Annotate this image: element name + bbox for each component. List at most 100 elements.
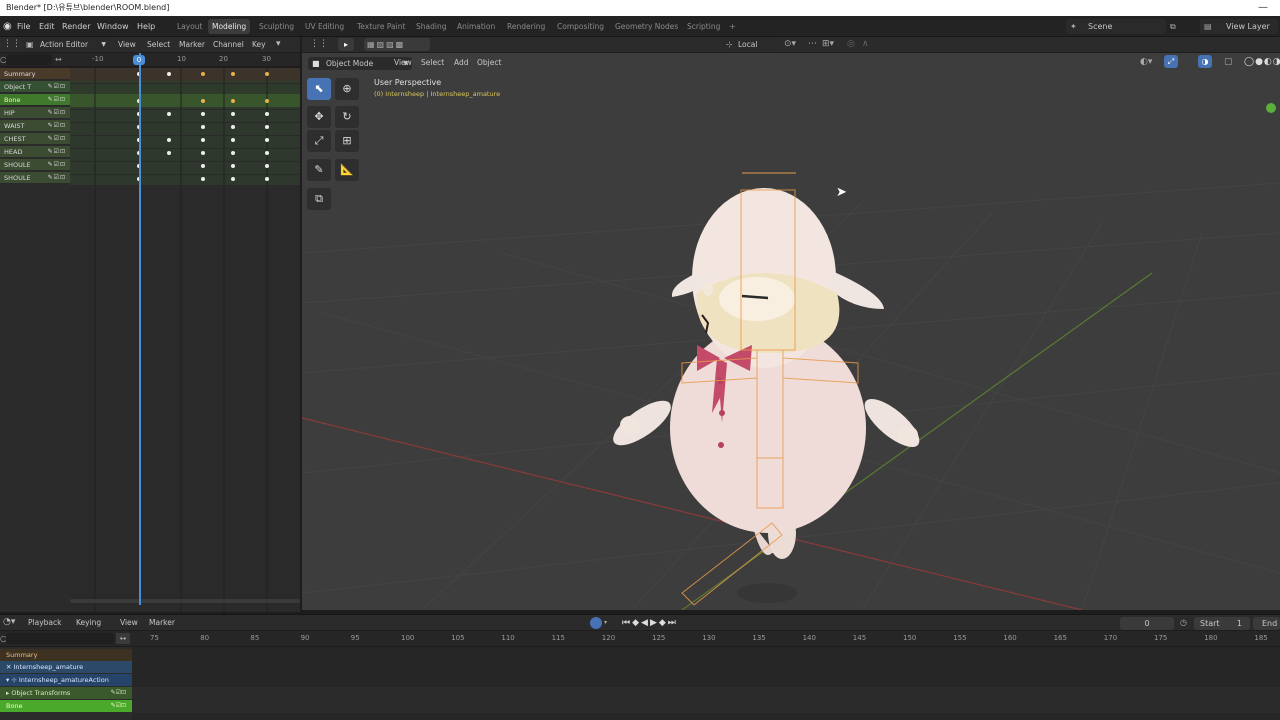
ae-menu-marker[interactable]: Marker: [179, 37, 205, 52]
menu-window[interactable]: Window: [97, 16, 129, 37]
workspace-tab-rendering[interactable]: Rendering: [503, 19, 549, 34]
vp-menu-add[interactable]: Add: [454, 55, 469, 70]
timeline-channel-bone[interactable]: Bone ✎☑⊡: [0, 700, 132, 712]
channel-toggle-icons[interactable]: ✎☑⊡: [48, 107, 66, 119]
action-editor-ruler[interactable]: ○ ↔ -10 10 20 30: [0, 53, 300, 66]
keyframe[interactable]: [167, 151, 171, 155]
keyframe[interactable]: [201, 72, 205, 76]
channel-toggle-icons[interactable]: ✎☑⊡: [48, 120, 66, 132]
action-editor-playhead[interactable]: [139, 53, 141, 605]
measure-tool[interactable]: 📐: [335, 159, 359, 181]
timeline-menu-keying[interactable]: Keying: [76, 615, 101, 630]
blender-logo-icon[interactable]: ◉: [3, 16, 12, 37]
timeline-menu-view[interactable]: View: [120, 615, 138, 630]
channel-object-transforms[interactable]: Object T ✎☑⊡: [0, 81, 70, 93]
workspace-tab-geometry-nodes[interactable]: Geometry Nodes: [611, 19, 682, 34]
overlay-toggle-icon[interactable]: ◑: [1198, 55, 1212, 68]
timeline-keyframe-area[interactable]: [132, 647, 1280, 720]
keyframe[interactable]: [231, 125, 235, 129]
action-editor-mode-dropdown[interactable]: ▣ Action Editor ▼: [22, 38, 110, 51]
annotate-tool[interactable]: ✎: [307, 159, 331, 181]
keyframe[interactable]: [231, 72, 235, 76]
keyframe[interactable]: [231, 177, 235, 181]
channel-toggle-icons[interactable]: ✎☑⊡: [48, 133, 66, 145]
keyframe[interactable]: [201, 112, 205, 116]
vp-menu-view[interactable]: View: [394, 55, 412, 70]
gizmo-toggle-icon[interactable]: ⤢: [1164, 55, 1178, 68]
keyframe[interactable]: [265, 125, 269, 129]
timeline-current-frame-field[interactable]: 0: [1120, 617, 1174, 630]
timeline-menu-marker[interactable]: Marker: [149, 615, 175, 630]
channel-shoulder-left[interactable]: SHOULE ✎☑⊡: [0, 159, 70, 171]
workspace-tab-layout[interactable]: Layout: [173, 19, 207, 34]
3d-viewport[interactable]: ■ Object Mode ▼ View Select Add Object U…: [302, 53, 1280, 610]
record-keyframe-icon[interactable]: [590, 617, 602, 629]
start-frame-field[interactable]: Start 1: [1194, 617, 1250, 630]
workspace-tab-uv-editing[interactable]: UV Editing: [301, 19, 348, 34]
new-scene-icon[interactable]: ⧉: [1170, 16, 1176, 37]
channel-toggle-icons[interactable]: ✎☑⊡: [48, 81, 66, 93]
scene-selector[interactable]: ✦ Scene: [1066, 19, 1166, 34]
keyframe[interactable]: [201, 125, 205, 129]
channel-toggle-icons[interactable]: ✎☑⊡: [111, 700, 126, 712]
snap-settings-icon[interactable]: ⊞▾: [822, 37, 834, 52]
action-editor-keyframe-area[interactable]: [70, 68, 300, 612]
timeline-ruler[interactable]: ○ ↔ 75 80 85 90 95 100 105 110 115 120 125 130 135 14…: [0, 631, 1280, 646]
keyframe[interactable]: [201, 164, 205, 168]
swap-icon[interactable]: ↔: [55, 53, 62, 66]
channel-toggle-icons[interactable]: ✎☑⊡: [48, 172, 66, 184]
falloff-icon[interactable]: ∧: [862, 37, 869, 52]
ae-menu-select[interactable]: Select: [147, 37, 170, 52]
ae-menu-key[interactable]: Key: [252, 37, 266, 52]
shading-mode-icons[interactable]: ◯●◐◑: [1244, 57, 1280, 67]
add-workspace-button[interactable]: +: [729, 16, 736, 37]
snap-icon[interactable]: ⋯: [808, 37, 817, 52]
add-cube-tool[interactable]: ⧉: [307, 188, 331, 210]
workspace-tab-shading[interactable]: Shading: [412, 19, 450, 34]
menu-edit[interactable]: Edit: [39, 16, 55, 37]
keyframe[interactable]: [265, 151, 269, 155]
menu-render[interactable]: Render: [62, 16, 90, 37]
vp-menu-select[interactable]: Select: [421, 55, 444, 70]
channel-toggle-icons[interactable]: ✎☑⊡: [48, 94, 66, 106]
timeline-channel-object-transforms[interactable]: ▸ Object Transforms ✎☑⊡: [0, 687, 132, 699]
channel-search-input[interactable]: [6, 54, 52, 65]
workspace-tab-texture-paint[interactable]: Texture Paint: [353, 19, 409, 34]
ae-menu-channel[interactable]: Channel: [213, 37, 244, 52]
workspace-tab-animation[interactable]: Animation: [453, 19, 499, 34]
transform-orientation-dropdown[interactable]: ⊹ Local: [722, 38, 776, 51]
cursor-tool[interactable]: ⊕: [335, 78, 359, 100]
navigation-gizmo-y-icon[interactable]: [1266, 103, 1276, 113]
action-editor-current-frame[interactable]: 0: [133, 55, 145, 65]
keyframe[interactable]: [167, 112, 171, 116]
view-layer-selector[interactable]: ▤ View Layer: [1200, 19, 1278, 34]
channel-toggle-icons[interactable]: ✎☑⊡: [111, 687, 126, 699]
transform-tool[interactable]: ⊞: [335, 130, 359, 152]
scale-tool[interactable]: ⤢: [307, 130, 331, 152]
filter-icon[interactable]: ▾: [276, 37, 281, 52]
menu-help[interactable]: Help: [137, 16, 155, 37]
channel-hip[interactable]: HIP ✎☑⊡: [0, 107, 70, 119]
keyframe[interactable]: [231, 99, 235, 103]
pivot-icon[interactable]: ⊙▾: [784, 37, 796, 52]
timeline-channel-action[interactable]: ▾ ⊹ Internsheep_amatureAction: [0, 674, 132, 686]
workspace-tab-scripting[interactable]: Scripting: [683, 19, 724, 34]
channel-head[interactable]: HEAD ✎☑⊡: [0, 146, 70, 158]
keyframe[interactable]: [265, 164, 269, 168]
vp-menu-object[interactable]: Object: [477, 55, 501, 70]
channel-chest[interactable]: CHEST ✎☑⊡: [0, 133, 70, 145]
end-frame-field[interactable]: End: [1253, 617, 1280, 630]
channel-waist[interactable]: WAIST ✎☑⊡: [0, 120, 70, 132]
workspace-tab-modeling[interactable]: Modeling: [208, 19, 251, 34]
editor-type-icon[interactable]: ⋮⋮: [3, 37, 21, 52]
keyframe[interactable]: [265, 138, 269, 142]
menu-file[interactable]: File: [17, 16, 30, 37]
visibility-icon[interactable]: ◐▾: [1140, 57, 1152, 67]
keyframe[interactable]: [201, 177, 205, 181]
keyframe[interactable]: [167, 72, 171, 76]
timeline-editor-type-icon[interactable]: ◔▾: [3, 615, 15, 630]
keyframe[interactable]: [265, 99, 269, 103]
timeline-search-input[interactable]: [6, 633, 114, 644]
timeline-channel-armature[interactable]: ✕ Internsheep_amature: [0, 661, 132, 673]
channel-bone[interactable]: Bone ✎☑⊡: [0, 94, 70, 106]
